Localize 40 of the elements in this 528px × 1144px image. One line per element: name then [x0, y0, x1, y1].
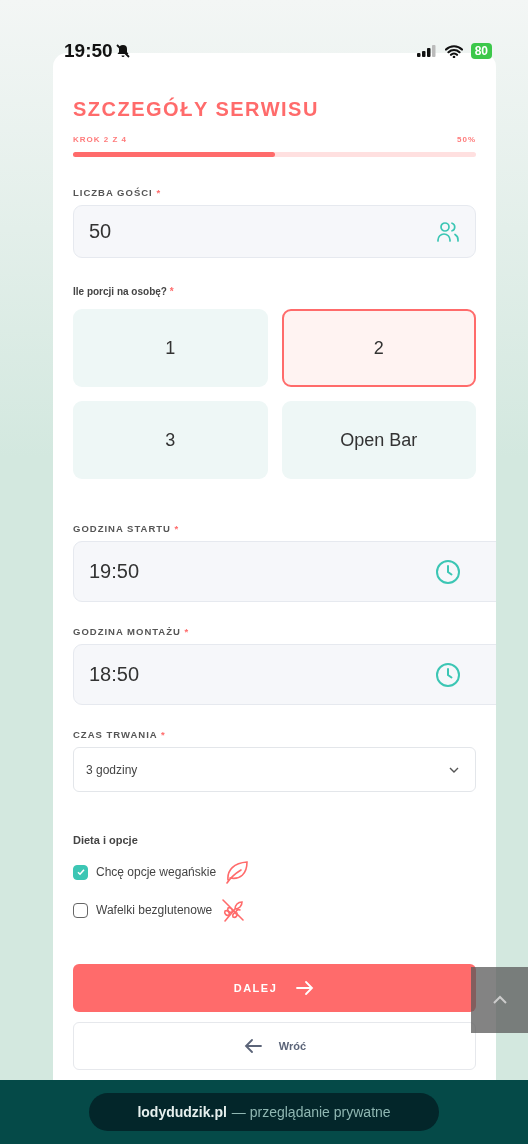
field-label: CZAS TRWANIA * [73, 729, 167, 740]
portion-option[interactable]: Open Bar [281, 401, 476, 479]
duration-select[interactable]: 3 godziny [73, 747, 476, 792]
checkbox-label: Wafelki bezglutenowe [96, 903, 213, 917]
section-label: Dieta i opcje [73, 834, 139, 846]
portion-option[interactable]: 2 [281, 309, 476, 387]
clock-icon [435, 558, 461, 585]
back-button[interactable]: Wróć [73, 1022, 476, 1070]
arrow-right-icon [295, 980, 316, 996]
progress-percent: 50% [457, 135, 476, 144]
leaf-icon [224, 860, 251, 884]
form-title: SZCZEGÓŁY SERWISU [73, 98, 320, 121]
guests-input[interactable]: 50 [73, 205, 476, 258]
clock-icon [435, 661, 461, 688]
field-label: GODZINA STARTU * [73, 523, 181, 534]
no-wheat-icon [220, 897, 247, 923]
checkbox[interactable] [73, 902, 88, 918]
domain-text: lodydudzik.pl [137, 1104, 227, 1120]
time-input[interactable]: 19:50 [73, 541, 496, 602]
wifi-icon [444, 44, 463, 58]
chevron-down-icon [449, 766, 459, 773]
portion-option[interactable]: 1 [73, 309, 268, 387]
question-label: Ile porcji na osobę? * [73, 286, 175, 297]
arrow-left-icon [242, 1038, 263, 1054]
chevron-up-icon [491, 995, 508, 1005]
status-time: 19:50 [64, 40, 113, 62]
portion-option[interactable]: 3 [73, 401, 268, 479]
people-icon [436, 219, 460, 244]
checkbox-label: Chcę opcje wegańskie [96, 865, 217, 879]
checkmark-icon [75, 867, 86, 877]
battery-indicator: 80 [470, 43, 492, 59]
step-label: KROK 2 Z 4 [73, 135, 127, 144]
checkbox[interactable] [73, 864, 88, 880]
time-input[interactable]: 18:50 [73, 644, 496, 705]
signal-icon [416, 45, 437, 57]
private-mode-text: — przeglądanie prywatne [231, 1104, 391, 1120]
address-pill[interactable]: lodydudzik.pl — przeglądanie prywatne [89, 1093, 439, 1131]
scroll-top-button[interactable] [471, 967, 528, 1033]
field-label: GODZINA MONTAŻU * [73, 626, 191, 637]
field-label: LICZBA GOŚCI * [73, 187, 163, 198]
